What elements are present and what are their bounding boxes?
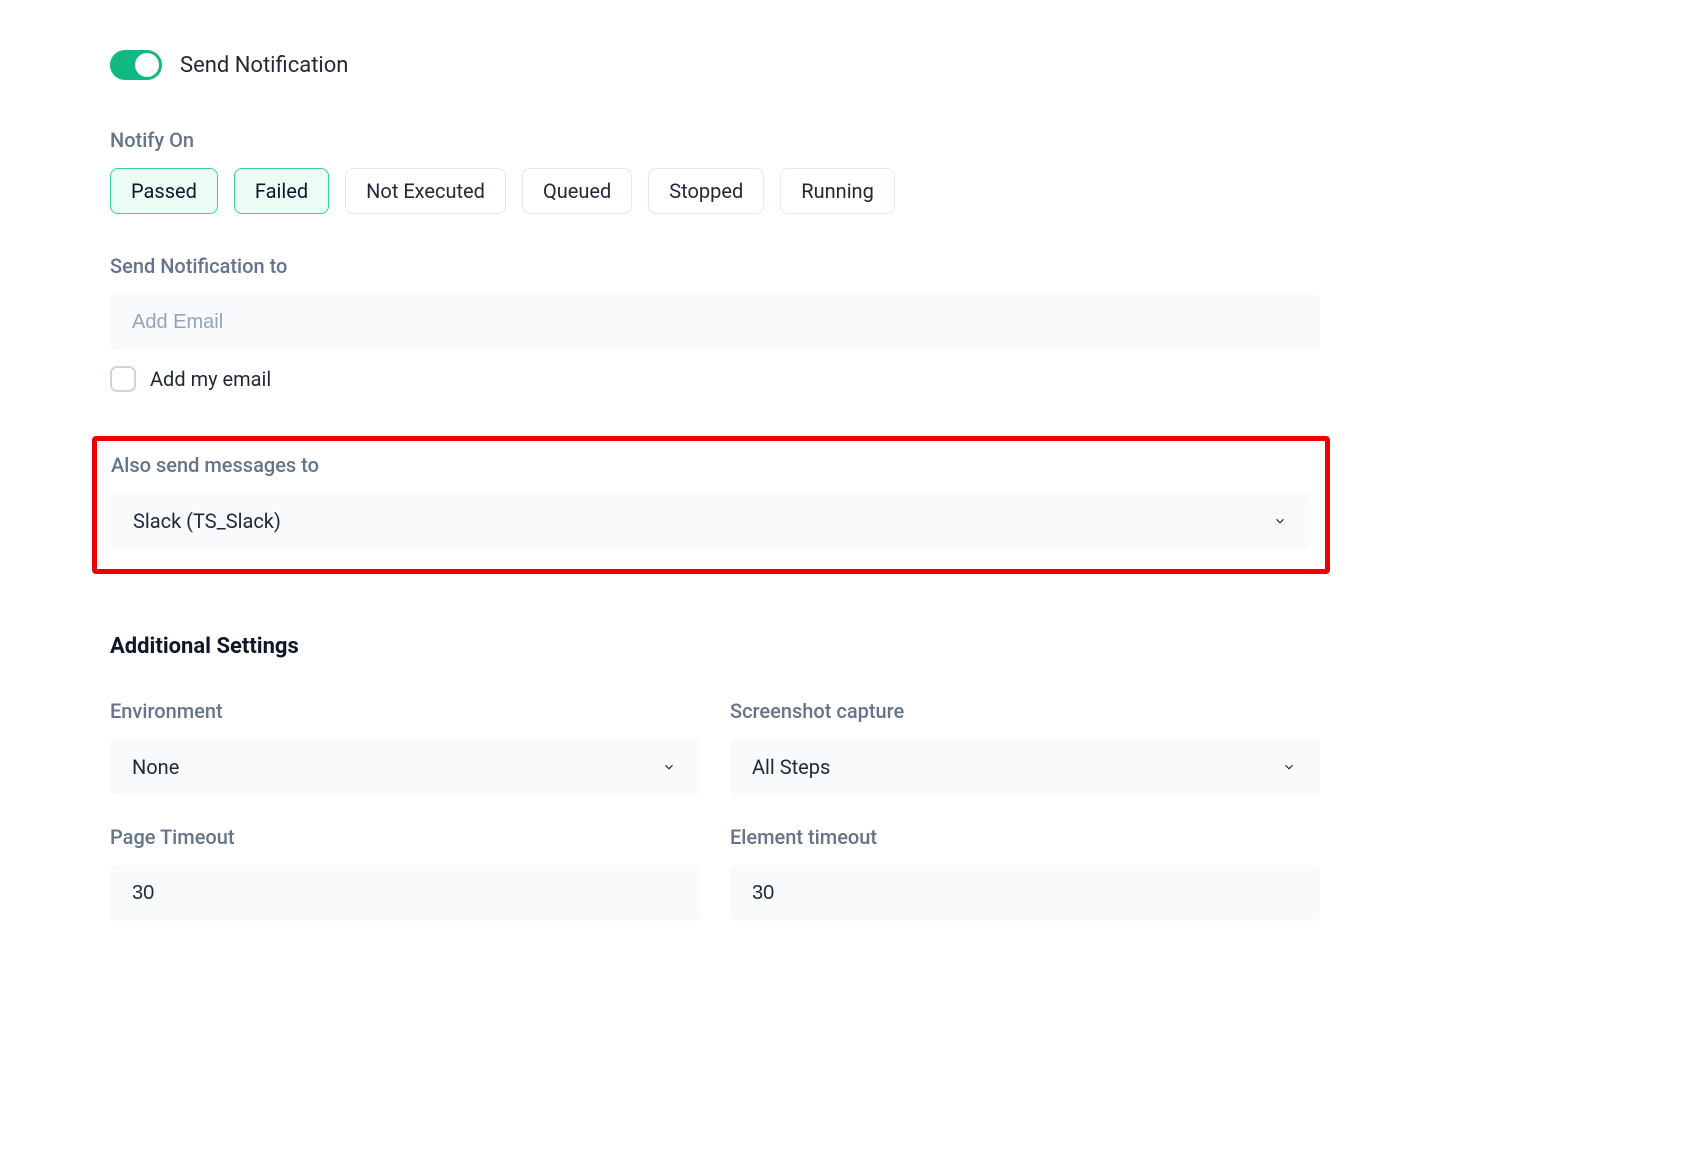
element-timeout-field: Element timeout xyxy=(730,825,1320,921)
send-notification-row: Send Notification xyxy=(110,50,1320,80)
screenshot-label: Screenshot capture xyxy=(730,699,1320,723)
settings-form: Send Notification Notify On Passed Faile… xyxy=(0,50,1320,921)
chip-stopped[interactable]: Stopped xyxy=(648,168,764,214)
notify-on-chips: Passed Failed Not Executed Queued Stoppe… xyxy=(110,168,1320,214)
page-timeout-field: Page Timeout xyxy=(110,825,700,921)
send-to-label: Send Notification to xyxy=(110,254,1320,278)
element-timeout-label: Element timeout xyxy=(730,825,1320,849)
notify-on-label: Notify On xyxy=(110,128,1320,152)
additional-settings-title: Additional Settings xyxy=(110,634,1320,659)
chevron-down-icon xyxy=(1271,512,1289,530)
page-timeout-input[interactable] xyxy=(110,865,700,921)
additional-settings-section: Additional Settings Environment None Scr… xyxy=(110,634,1320,921)
also-send-highlight: Also send messages to Slack (TS_Slack) xyxy=(92,436,1330,574)
element-timeout-input[interactable] xyxy=(730,865,1320,921)
add-my-email-label: Add my email xyxy=(150,367,271,391)
chip-passed[interactable]: Passed xyxy=(110,168,218,214)
toggle-knob xyxy=(135,53,159,77)
environment-label: Environment xyxy=(110,699,700,723)
chip-queued[interactable]: Queued xyxy=(522,168,632,214)
add-my-email-row: Add my email xyxy=(110,366,1320,392)
also-send-label: Also send messages to xyxy=(111,453,1311,477)
environment-value: None xyxy=(132,755,179,779)
notify-on-section: Notify On Passed Failed Not Executed Que… xyxy=(110,128,1320,214)
also-send-value: Slack (TS_Slack) xyxy=(133,509,281,533)
also-send-select[interactable]: Slack (TS_Slack) xyxy=(111,493,1311,549)
chip-running[interactable]: Running xyxy=(780,168,895,214)
chip-failed[interactable]: Failed xyxy=(234,168,329,214)
add-my-email-checkbox[interactable] xyxy=(110,366,136,392)
additional-settings-grid: Environment None Screenshot capture All … xyxy=(110,699,1320,921)
screenshot-field: Screenshot capture All Steps xyxy=(730,699,1320,795)
send-to-section: Send Notification to Add my email xyxy=(110,254,1320,392)
environment-select[interactable]: None xyxy=(110,739,700,795)
send-notification-toggle[interactable] xyxy=(110,50,162,80)
email-input[interactable] xyxy=(110,294,1320,350)
chevron-down-icon xyxy=(660,758,678,776)
screenshot-select[interactable]: All Steps xyxy=(730,739,1320,795)
send-notification-label: Send Notification xyxy=(180,53,348,78)
screenshot-value: All Steps xyxy=(752,755,830,779)
chevron-down-icon xyxy=(1280,758,1298,776)
environment-field: Environment None xyxy=(110,699,700,795)
chip-not-executed[interactable]: Not Executed xyxy=(345,168,506,214)
page-timeout-label: Page Timeout xyxy=(110,825,700,849)
